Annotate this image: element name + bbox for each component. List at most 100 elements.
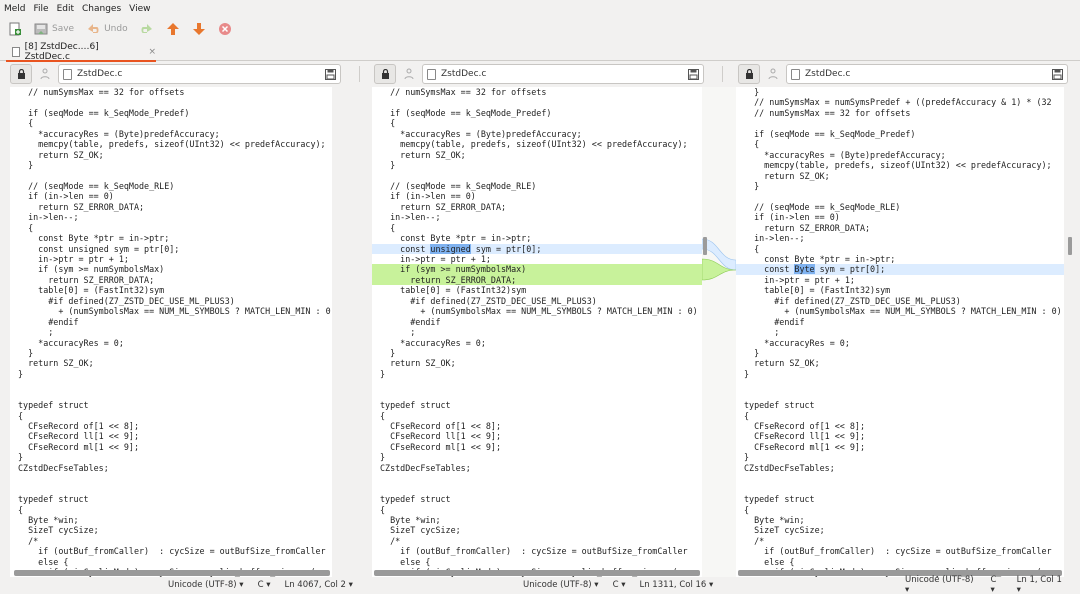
cursor-position-middle[interactable]: Ln 1311, Col 16 ▾ [639, 580, 713, 590]
code-line[interactable]: const Byte *ptr = in->ptr; [10, 233, 332, 243]
encoding-selector-middle[interactable]: Unicode (UTF-8) ▾ [523, 580, 599, 590]
code-line[interactable]: table[0] = (FastInt32)sym [736, 285, 1064, 295]
code-line[interactable]: } [10, 369, 332, 379]
code-line[interactable]: CFseRecord of[1 << 8]; [736, 421, 1064, 431]
filename-field-left[interactable]: ZstdDec.c [58, 64, 341, 84]
code-line[interactable]: const Byte *ptr = in->ptr; [736, 254, 1064, 264]
code-line[interactable] [10, 171, 332, 181]
code-line[interactable] [10, 97, 332, 107]
code-line[interactable]: { [10, 505, 332, 515]
code-line[interactable]: CFseRecord ml[1 << 9]; [372, 442, 702, 452]
code-line[interactable]: Byte *win; [736, 515, 1064, 525]
code-line[interactable]: CZstdDecFseTables; [372, 463, 702, 473]
code-line[interactable]: in->ptr = ptr + 1; [736, 275, 1064, 285]
code-line[interactable]: Byte *win; [372, 515, 702, 525]
code-line[interactable]: const Byte *ptr = in->ptr; [372, 233, 702, 243]
code-line[interactable]: { [736, 244, 1064, 254]
code-line[interactable] [10, 484, 332, 494]
code-line[interactable]: } [736, 348, 1064, 358]
code-line[interactable]: *accuracyRes = (Byte)predefAccuracy; [10, 129, 332, 139]
code-line[interactable]: const Byte sym = ptr[0]; [736, 264, 1064, 275]
code-line[interactable]: { [372, 505, 702, 515]
code-line[interactable]: *accuracyRes = (Byte)predefAccuracy; [736, 150, 1064, 160]
code-line[interactable]: else { [372, 557, 702, 567]
code-line[interactable]: CFseRecord of[1 << 8]; [10, 421, 332, 431]
code-line[interactable]: // (seqMode == k_SeqMode_RLE) [372, 181, 702, 191]
code-line[interactable]: CFseRecord ml[1 << 9]; [10, 442, 332, 452]
code-line[interactable]: *accuracyRes = (Byte)predefAccuracy; [372, 129, 702, 139]
code-line[interactable]: *accuracyRes = 0; [372, 338, 702, 348]
code-line[interactable]: typedef struct [10, 400, 332, 410]
code-line[interactable]: CFseRecord of[1 << 8]; [372, 421, 702, 431]
stop-button[interactable] [218, 19, 232, 39]
code-line[interactable]: if (sym >= numSymbolsMax) [372, 264, 702, 275]
code-line[interactable]: typedef struct [10, 494, 332, 504]
code-line[interactable]: return SZ_OK; [10, 358, 332, 368]
code-line[interactable]: Byte *win; [10, 515, 332, 525]
code-line[interactable] [736, 473, 1064, 483]
code-line[interactable]: memcpy(table, predefs, sizeof(UInt32) <<… [736, 160, 1064, 170]
tab-comparison[interactable]: [8] ZstdDec.…6] ZstdDec.c × [6, 42, 156, 62]
code-line[interactable]: return SZ_OK; [372, 358, 702, 368]
code-line[interactable]: } [372, 348, 702, 358]
code-line[interactable]: #if defined(Z7_ZSTD_DEC_USE_ML_PLUS3) [10, 296, 332, 306]
code-line[interactable]: } [372, 369, 702, 379]
code-line[interactable]: return SZ_OK; [736, 171, 1064, 181]
code-line[interactable]: if (in->len == 0) [10, 191, 332, 201]
language-selector-right[interactable]: C ▾ [990, 575, 1002, 594]
code-line[interactable]: { [10, 223, 332, 233]
code-line[interactable]: if (in->len == 0) [736, 212, 1064, 222]
code-line[interactable]: } [10, 452, 332, 462]
scroll-grip[interactable] [703, 237, 707, 255]
code-line[interactable]: if (seqMode == k_SeqMode_Predef) [10, 108, 332, 118]
undo-button[interactable]: Undo [86, 19, 128, 39]
code-line[interactable]: const unsigned sym = ptr[0]; [372, 243, 702, 254]
code-line[interactable]: CZstdDecFseTables; [10, 463, 332, 473]
code-line[interactable]: // (seqMode == k_SeqMode_RLE) [736, 202, 1064, 212]
menu-view[interactable]: View [129, 4, 150, 14]
code-line[interactable]: // numSymsMax == 32 for offsets [372, 87, 702, 97]
code-line[interactable]: } [736, 452, 1064, 462]
code-line[interactable]: // numSymsMax == 32 for offsets [736, 108, 1064, 118]
save-file-icon[interactable] [325, 69, 336, 80]
code-line[interactable]: ; [736, 327, 1064, 337]
hscroll-left[interactable] [14, 570, 330, 576]
code-line[interactable]: } [736, 87, 1064, 97]
code-line[interactable]: CFseRecord ll[1 << 9]; [736, 431, 1064, 441]
tab-close-icon[interactable]: × [148, 47, 156, 57]
code-line[interactable] [736, 191, 1064, 201]
code-line[interactable] [10, 379, 332, 389]
code-line[interactable]: table[0] = (FastInt32)sym [372, 285, 702, 295]
code-line[interactable]: memcpy(table, predefs, sizeof(UInt32) <<… [372, 139, 702, 149]
menu-meld[interactable]: Meld [4, 4, 26, 14]
menu-changes[interactable]: Changes [82, 4, 121, 14]
lock-toggle-left[interactable] [10, 64, 32, 84]
code-line[interactable]: table[0] = (FastInt32)sym [10, 285, 332, 295]
code-line[interactable]: { [372, 411, 702, 421]
code-line[interactable]: { [372, 118, 702, 128]
code-line[interactable]: /* [10, 536, 332, 546]
code-line[interactable]: } [372, 160, 702, 170]
save-file-icon[interactable] [1052, 69, 1063, 80]
code-line[interactable]: } [10, 160, 332, 170]
code-line[interactable]: return SZ_OK; [736, 358, 1064, 368]
code-line[interactable]: if (seqMode == k_SeqMode_Predef) [372, 108, 702, 118]
lock-toggle-middle[interactable] [374, 64, 396, 84]
code-line[interactable]: { [736, 505, 1064, 515]
code-line[interactable]: #if defined(Z7_ZSTD_DEC_USE_ML_PLUS3) [372, 296, 702, 306]
code-line[interactable]: + (numSymbolsMax == NUM_ML_SYMBOLS ? MAT… [10, 306, 332, 316]
code-line[interactable]: } [736, 181, 1064, 191]
code-line[interactable]: #endif [10, 317, 332, 327]
editor-pane-middle[interactable]: // numSymsMax == 32 for offsets if (seqM… [372, 87, 702, 577]
code-line[interactable]: return SZ_OK; [372, 150, 702, 160]
code-line[interactable]: else { [10, 557, 332, 567]
code-line[interactable]: CZstdDecFseTables; [736, 463, 1064, 473]
code-line[interactable]: return SZ_ERROR_DATA; [10, 275, 332, 285]
code-line[interactable]: #endif [372, 317, 702, 327]
scroll-grip[interactable] [1068, 237, 1072, 255]
code-line[interactable] [372, 390, 702, 400]
code-line[interactable]: /* [372, 536, 702, 546]
encoding-selector-right[interactable]: Unicode (UTF-8) ▾ [905, 575, 976, 594]
code-line[interactable]: in->ptr = ptr + 1; [372, 254, 702, 264]
code-line[interactable]: #endif [736, 317, 1064, 327]
